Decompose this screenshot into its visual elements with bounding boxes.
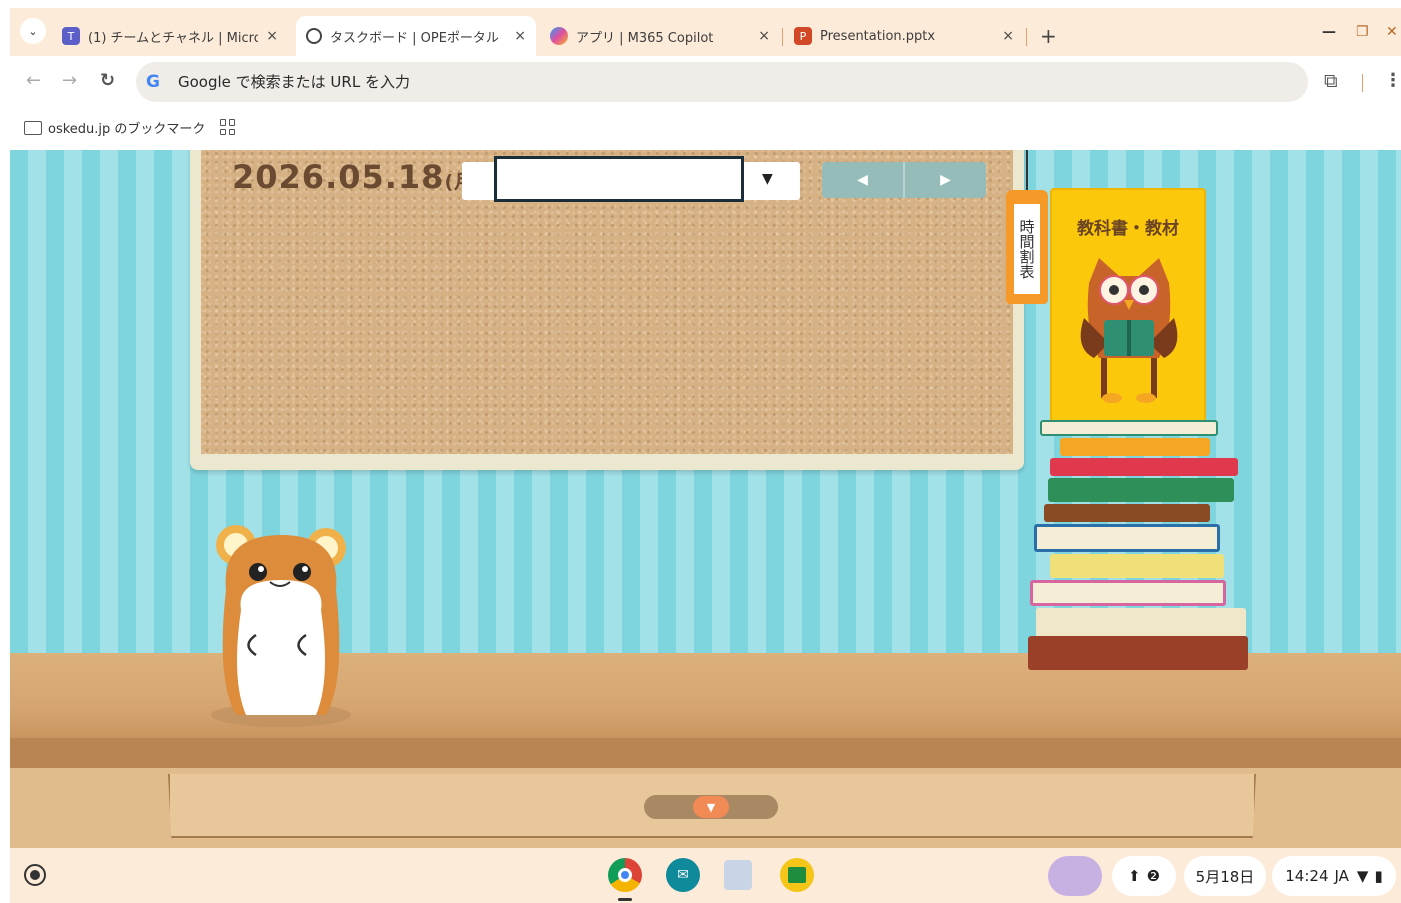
extensions-puzzle-icon[interactable]: ⧉ [1324,70,1338,92]
date-tray[interactable]: 5月18日 [1184,856,1266,896]
tag-string [1026,150,1028,192]
toolbar-separator [1362,74,1363,92]
launcher-button[interactable] [24,864,46,886]
tab-close-icon[interactable]: × [514,28,526,44]
previous-day-button[interactable]: ◀ [822,162,903,198]
drawer-toggle-button[interactable]: ▼ [693,796,729,818]
chevron-down-icon: ⌄ [28,24,38,38]
next-day-button[interactable]: ▶ [903,162,986,198]
tab-separator [1026,28,1027,46]
browser-toolbar: ← → ↻ G ⧉ ⋮ [10,56,1401,108]
notification-tray[interactable]: ⬆ ❷ [1112,856,1176,896]
class-select-input[interactable] [494,156,744,202]
globe-icon [306,28,322,44]
outlook-app-icon[interactable]: ✉ [666,858,700,892]
date-display: 2026.05.18(月) [232,158,483,196]
tab-close-icon[interactable]: × [266,28,278,44]
system-shelf: ✉ ⬆ ❷ 5月18日 14:24 JA ▼ ▮ [10,848,1401,903]
book [1060,438,1210,456]
battery-icon: ▮ [1374,867,1383,885]
tab-strip: ⌄ T (1) チームとチャネル | Micro × タスクボード | OPEポ… [10,8,1401,56]
tab-close-icon[interactable]: × [1002,28,1014,44]
timetable-tag[interactable]: 時間割表 [1006,190,1048,304]
date-pager: ◀ ▶ [822,162,986,198]
tab-search-button[interactable]: ⌄ [20,18,46,44]
book [1044,504,1210,522]
book [1028,636,1248,670]
tab-copilot[interactable]: アプリ | M365 Copilot × [540,16,780,56]
reload-icon[interactable]: ↻ [100,70,115,91]
chrome-app-icon[interactable] [608,858,642,892]
keyboard-layout-icon[interactable] [1048,856,1102,896]
address-bar[interactable]: G [136,62,1308,102]
new-tab-button[interactable]: + [1040,24,1057,48]
active-app-indicator [618,898,632,901]
tab-separator [782,28,783,46]
status-tray[interactable]: 14:24 JA ▼ ▮ [1272,856,1396,896]
book [1050,554,1224,578]
dropdown-arrow-icon[interactable]: ▼ [762,171,773,187]
forward-arrow-icon[interactable]: → [62,70,77,91]
owl-icon [1080,258,1178,403]
book [1050,458,1238,476]
minimize-button[interactable]: — [1322,24,1336,40]
close-window-button[interactable]: ✕ [1386,24,1398,40]
textbook-button[interactable]: 教科書・教材 [1050,188,1206,424]
book [1040,420,1218,436]
classroom-app-icon[interactable] [780,858,814,892]
bookmark-folder-oskedu[interactable]: oskedu.jp のブックマーク [24,118,205,137]
google-g-icon: G [146,72,160,92]
book [1048,478,1234,502]
book [1034,524,1220,552]
address-input[interactable] [176,72,776,92]
desk-edge [10,738,1401,768]
tab-teams[interactable]: T (1) チームとチャネル | Micro × [52,16,288,56]
managed-folder-icon [24,120,42,135]
launcher-icon [30,870,40,880]
apps-grid-icon[interactable] [220,119,236,135]
taskboard-page: ▼ 2026.05.18(月) ▼ ◀ ▶ 時間割表 教科書・教材 [10,150,1401,848]
wifi-icon: ▼ [1356,867,1369,885]
more-menu-icon[interactable]: ⋮ [1384,70,1401,91]
upload-icon: ⬆ [1127,867,1141,885]
files-app-icon[interactable] [724,860,752,890]
bookmarks-bar: oskedu.jp のブックマーク [10,108,1401,150]
tab-close-icon[interactable]: × [758,28,770,44]
copilot-icon [550,27,568,45]
tab-presentation[interactable]: P Presentation.pptx × [784,16,1024,56]
tab-taskboard[interactable]: タスクボード | OPEポータル × [296,16,536,56]
hamster-mascot[interactable] [206,520,356,730]
book [1030,580,1226,606]
restore-button[interactable]: ❐ [1356,24,1369,40]
teams-icon: T [62,27,80,45]
powerpoint-icon: P [794,27,812,45]
back-arrow-icon[interactable]: ← [26,70,41,91]
